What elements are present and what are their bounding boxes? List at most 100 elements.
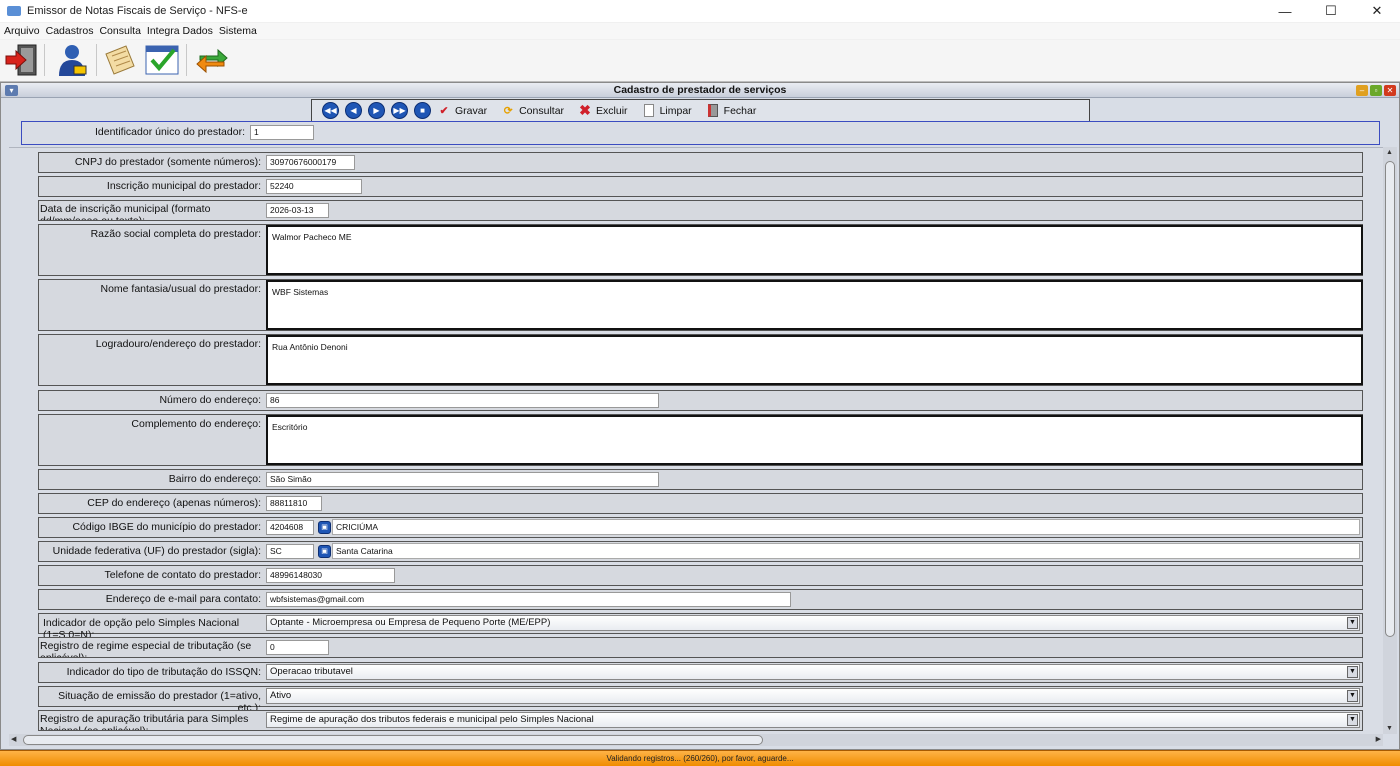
complemento-label: Complemento do endereço: <box>131 418 261 430</box>
frame-maximize-button[interactable]: ▫ <box>1370 85 1382 96</box>
id-input[interactable]: 1 <box>250 125 314 140</box>
scroll-down-icon[interactable]: ▼ <box>1386 725 1393 732</box>
gravar-button[interactable]: ✔ Gravar <box>437 104 488 118</box>
horizontal-scroll-thumb[interactable] <box>23 735 763 745</box>
numero-input[interactable]: 86 <box>266 393 659 408</box>
exit-icon[interactable] <box>4 42 40 78</box>
frame-menu-button[interactable]: ▾ <box>5 85 18 96</box>
toolbar-separator <box>44 44 45 76</box>
nome-fantasia-textarea[interactable]: WBF Sistemas <box>266 280 1363 330</box>
ibge-row: Código IBGE do município do prestador: 4… <box>38 517 1363 538</box>
cep-label: CEP do endereço (apenas números): <box>87 497 261 509</box>
email-label: Endereço de e-mail para contato: <box>105 593 261 605</box>
frame-close-button[interactable]: ✕ <box>1384 85 1396 96</box>
fechar-button[interactable]: Fechar <box>706 104 756 118</box>
tipo-tributacao-row: Indicador do tipo de tributação do ISSQN… <box>38 662 1363 683</box>
vertical-scrollbar[interactable]: ▲ ▼ <box>1383 147 1397 734</box>
main-toolbar <box>0 40 1400 82</box>
consultar-button[interactable]: ⟳ Consultar <box>501 104 564 118</box>
uf-input[interactable]: SC <box>266 544 314 559</box>
regime-especial-row: Registro de regime especial de tributaçã… <box>38 637 1363 658</box>
cnpj-label: CNPJ do prestador (somente números): <box>74 156 261 168</box>
regime-especial-input[interactable]: 0 <box>266 640 329 655</box>
first-record-button[interactable]: ◀◀ <box>322 102 339 119</box>
logradouro-label: Logradouro/endereço do prestador: <box>95 338 261 350</box>
menu-sistema[interactable]: Sistema <box>219 25 257 37</box>
menu-bar: Arquivo Cadastros Consulta Integra Dados… <box>0 23 1400 39</box>
sync-icon[interactable] <box>194 42 230 78</box>
cep-input[interactable]: 88811810 <box>266 496 322 511</box>
user-icon[interactable] <box>54 42 90 78</box>
ibge-input[interactable]: 4204608 <box>266 520 314 535</box>
status-bar: Validando registros... (260/260), por fa… <box>0 750 1400 766</box>
frame-minimize-button[interactable]: – <box>1356 85 1368 96</box>
inscricao-label: Inscrição municipal do prestador: <box>106 180 261 192</box>
limpar-button[interactable]: Limpar <box>642 104 692 118</box>
regime-especial-label: Registro de regime especial de tributaçã… <box>40 640 252 657</box>
telefone-input[interactable]: 48996148030 <box>266 568 395 583</box>
toolbar-separator <box>96 44 97 76</box>
id-row: Identificador único do prestador: 1 <box>21 121 1380 145</box>
cnpj-input[interactable]: 30970676000179 <box>266 155 355 170</box>
inscricao-input[interactable]: 52240 <box>266 179 362 194</box>
window-controls: — ☐ ✕ <box>1262 0 1400 22</box>
data-inscricao-label: Data de inscrição municipal (formato dd/… <box>40 203 211 220</box>
form-scroll-area: CNPJ do prestador (somente números): 309… <box>9 147 1383 734</box>
logradouro-textarea[interactable]: Rua Antônio Denoni <box>266 335 1363 385</box>
nome-fantasia-row: Nome fantasia/usual do prestador: WBF Si… <box>38 279 1363 331</box>
calendar-check-icon[interactable] <box>144 42 180 78</box>
blank-page-icon <box>642 104 656 118</box>
maximize-button[interactable]: ☐ <box>1308 0 1354 22</box>
excluir-button[interactable]: ✖ Excluir <box>578 102 627 118</box>
scroll-right-icon[interactable]: ▶ <box>1376 735 1381 743</box>
bairro-row: Bairro do endereço: São Simão <box>38 469 1363 490</box>
close-window-button[interactable]: ✕ <box>1354 0 1400 22</box>
menu-cadastros[interactable]: Cadastros <box>46 25 94 37</box>
bairro-label: Bairro do endereço: <box>168 473 261 485</box>
ibge-lookup-button[interactable]: ▣ <box>318 521 331 534</box>
razao-social-label: Razão social completa do prestador: <box>90 228 261 240</box>
data-inscricao-input[interactable]: 2026-03-13 <box>266 203 329 218</box>
window-titlebar: Emissor de Notas Fiscais de Serviço - NF… <box>0 0 1400 22</box>
apuracao-label: Registro de apuração tributária para Sim… <box>40 713 249 730</box>
x-icon: ✖ <box>579 102 591 118</box>
stop-button[interactable]: ■ <box>414 102 431 119</box>
nome-fantasia-label: Nome fantasia/usual do prestador: <box>100 283 261 295</box>
scroll-up-icon[interactable]: ▲ <box>1386 149 1393 156</box>
apuracao-select[interactable]: Regime de apuração dos tributos federais… <box>266 712 1360 728</box>
razao-social-row: Razão social completa do prestador: Walm… <box>38 224 1363 276</box>
chevron-down-icon: ▼ <box>1347 666 1358 678</box>
vertical-scroll-thumb[interactable] <box>1385 161 1395 637</box>
complemento-textarea[interactable]: Escritório <box>266 415 1363 465</box>
inscricao-row: Inscrição municipal do prestador: 52240 <box>38 176 1363 197</box>
horizontal-scrollbar[interactable]: ◀ ▶ <box>9 734 1383 746</box>
status-text: Validando registros... (260/260), por fa… <box>606 754 794 763</box>
email-row: Endereço de e-mail para contato: wbfsist… <box>38 589 1363 610</box>
frame-title: Cadastro de prestador de serviços <box>613 84 787 96</box>
last-record-button[interactable]: ▶▶ <box>391 102 408 119</box>
razao-social-textarea[interactable]: Walmor Pacheco ME <box>266 225 1363 275</box>
cnpj-row: CNPJ do prestador (somente números): 309… <box>38 152 1363 173</box>
id-label: Identificador único do prestador: <box>94 126 245 138</box>
email-input[interactable]: wbfsistemas@gmail.com <box>266 592 791 607</box>
ibge-label: Código IBGE do município do prestador: <box>72 521 261 533</box>
menu-consulta[interactable]: Consulta <box>99 25 140 37</box>
chevron-down-icon: ▼ <box>1347 714 1358 726</box>
simples-select[interactable]: Optante - Microempresa ou Empresa de Peq… <box>266 615 1360 631</box>
record-toolbar: ◀◀ ◀ ▶ ▶▶ ■ ✔ Gravar ⟳ Consultar ✖ Exclu… <box>311 99 1090 122</box>
previous-record-button[interactable]: ◀ <box>345 102 362 119</box>
bairro-input[interactable]: São Simão <box>266 472 659 487</box>
tipo-tributacao-select[interactable]: Operacao tributavel ▼ <box>266 664 1360 680</box>
minimize-button[interactable]: — <box>1262 0 1308 22</box>
menu-arquivo[interactable]: Arquivo <box>4 25 40 37</box>
chevron-down-icon: ▼ <box>1347 617 1358 629</box>
uf-label: Unidade federativa (UF) do prestador (si… <box>52 545 261 557</box>
next-record-button[interactable]: ▶ <box>368 102 385 119</box>
scroll-left-icon[interactable]: ◀ <box>11 735 16 743</box>
notes-icon[interactable] <box>102 42 138 78</box>
uf-lookup-button[interactable]: ▣ <box>318 545 331 558</box>
logradouro-row: Logradouro/endereço do prestador: Rua An… <box>38 334 1363 386</box>
situacao-select[interactable]: Ativo ▼ <box>266 688 1360 704</box>
numero-label: Número do endereço: <box>159 394 261 406</box>
menu-integra-dados[interactable]: Integra Dados <box>147 25 213 37</box>
